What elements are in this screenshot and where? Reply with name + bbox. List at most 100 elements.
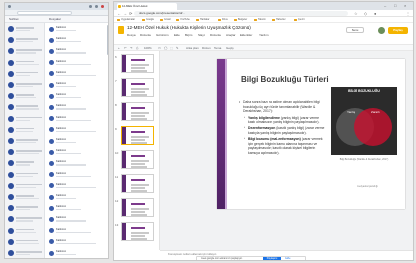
scrollbar[interactable] <box>107 25 108 55</box>
message-avatar[interactable] <box>49 127 54 133</box>
participant-avatar[interactable] <box>8 171 14 178</box>
menu-view[interactable]: Görünüm <box>156 33 169 37</box>
slide-body[interactable]: Daha sonra bazı ra astine olman açıklana… <box>239 100 327 157</box>
participant-avatar[interactable] <box>8 93 14 100</box>
menu-addons[interactable]: Eklentiler <box>240 33 252 37</box>
message-avatar[interactable] <box>49 172 54 178</box>
participant-avatar[interactable] <box>8 82 14 88</box>
participant-avatar[interactable] <box>8 48 14 55</box>
participant-avatar[interactable] <box>8 149 14 156</box>
message-avatar[interactable] <box>49 228 54 234</box>
message-avatar[interactable] <box>49 37 54 43</box>
bookmark-item[interactable]: Belgeler <box>234 18 247 22</box>
participant-avatar[interactable] <box>8 238 14 245</box>
message-avatar[interactable] <box>49 138 54 144</box>
share-button[interactable]: Paylaş <box>388 27 408 34</box>
message-preview <box>56 186 96 188</box>
menu-edit[interactable]: Düzenle <box>140 33 151 37</box>
participant-avatar[interactable] <box>8 182 14 189</box>
maximize-icon[interactable] <box>95 5 98 8</box>
document-title[interactable]: 12-MEH Özel Hukuk (Hukukta Kişilerin Uyu… <box>127 25 251 31</box>
search-input[interactable] <box>17 11 72 15</box>
slides-logo-icon[interactable] <box>118 26 124 34</box>
participant-avatar[interactable] <box>8 104 14 111</box>
slide-title[interactable]: Bilgi Bozukluğu Türleri <box>241 75 329 85</box>
minimize-icon[interactable]: – <box>384 3 386 9</box>
stop-sharing-button[interactable]: Paylaşımı durdur <box>263 257 281 260</box>
present-button[interactable]: Sunu <box>346 27 364 33</box>
message-avatar[interactable] <box>49 250 54 256</box>
hide-button[interactable]: Gizle <box>285 257 290 260</box>
slide-thumbnail[interactable] <box>121 102 154 121</box>
close-icon[interactable]: × <box>404 3 406 9</box>
message-avatar[interactable] <box>49 116 54 122</box>
tab-files[interactable]: Dosyalar <box>49 17 61 22</box>
bookmark-item[interactable]: Takvim <box>254 18 266 22</box>
participant-avatar[interactable] <box>8 160 14 167</box>
bookmark-item[interactable]: Uygulamalar <box>117 18 135 22</box>
message-avatar[interactable] <box>49 71 54 77</box>
slide-thumbnail[interactable] <box>121 222 154 241</box>
message-avatar[interactable] <box>49 183 54 189</box>
star-icon[interactable]: ☆ <box>354 11 358 16</box>
back-icon[interactable]: ← <box>117 11 121 16</box>
message-avatar[interactable] <box>49 160 54 166</box>
participant-avatar[interactable] <box>8 205 14 212</box>
slide-thumbnail[interactable] <box>121 126 154 145</box>
message-avatar[interactable] <box>49 60 54 66</box>
forward-icon[interactable]: → <box>123 11 127 16</box>
message-avatar[interactable] <box>49 93 54 99</box>
address-bar[interactable]: docs.google.com/presentation/d/... <box>134 11 348 16</box>
participant-avatar[interactable] <box>8 227 14 234</box>
menu-file[interactable]: Dosya <box>127 33 136 37</box>
menu-slide[interactable]: Slayt <box>198 33 205 37</box>
maximize-icon[interactable]: □ <box>394 3 396 9</box>
participant-avatar[interactable] <box>8 26 14 32</box>
menu-icon[interactable]: ⋮ <box>406 11 410 16</box>
participant-avatar[interactable] <box>8 115 14 122</box>
slide-thumbnail[interactable] <box>121 78 154 97</box>
message-avatar[interactable] <box>49 82 54 88</box>
menu-format[interactable]: Biçim <box>185 33 192 37</box>
participant-avatar[interactable] <box>8 126 14 133</box>
message-avatar[interactable] <box>49 216 54 222</box>
participant-avatar[interactable] <box>8 37 14 44</box>
message-avatar[interactable] <box>49 48 54 54</box>
bookmark-item[interactable]: Haberler <box>272 18 286 22</box>
message-avatar[interactable] <box>49 149 54 155</box>
message-avatar[interactable] <box>49 205 54 211</box>
bookmark-item[interactable]: Google <box>142 18 154 22</box>
message-avatar[interactable] <box>49 104 54 110</box>
menu-help[interactable]: Yardım <box>259 33 268 37</box>
extension-icon[interactable]: ◇ <box>364 11 367 16</box>
bookmark-item[interactable]: Çeviri <box>294 18 304 22</box>
profile-icon[interactable]: ● <box>374 11 376 16</box>
bookmark-item[interactable]: YouTube <box>176 18 190 22</box>
menu-arrange[interactable]: Düzenle <box>210 33 221 37</box>
bookmark-item[interactable]: Gmail <box>160 18 171 22</box>
participant-avatar[interactable] <box>8 250 14 256</box>
menu-insert[interactable]: Ekle <box>174 33 180 37</box>
slide-thumbnail[interactable] <box>121 54 154 73</box>
slide[interactable]: Bilgi Bozukluğu Türleri Daha sonra bazı … <box>217 59 405 209</box>
close-icon[interactable] <box>101 5 104 8</box>
bookmark-item[interactable]: Drive <box>218 18 228 22</box>
message-avatar[interactable] <box>49 239 54 245</box>
message-avatar[interactable] <box>49 26 54 32</box>
participant-avatar[interactable] <box>8 59 14 66</box>
tab-chat[interactable]: Sohbet <box>9 17 19 22</box>
slide-thumbnail[interactable] <box>121 198 154 217</box>
message-avatar[interactable] <box>49 194 54 200</box>
participant-avatar[interactable] <box>8 194 14 200</box>
minimize-icon[interactable] <box>89 5 92 8</box>
slide-thumbnail[interactable] <box>121 150 154 169</box>
slide-thumbnail[interactable] <box>121 174 154 193</box>
browser-tab-active[interactable]: 12-MEH Özel Hukuk <box>117 3 177 10</box>
participant-avatar[interactable] <box>8 138 14 144</box>
bookmark-item[interactable]: Haritalar <box>196 18 209 22</box>
menu-tools[interactable]: Araçlar <box>226 33 236 37</box>
avatar[interactable] <box>378 27 385 34</box>
reload-icon[interactable]: ⟳ <box>129 11 132 16</box>
participant-avatar[interactable] <box>8 70 14 77</box>
participant-avatar[interactable] <box>8 216 14 223</box>
